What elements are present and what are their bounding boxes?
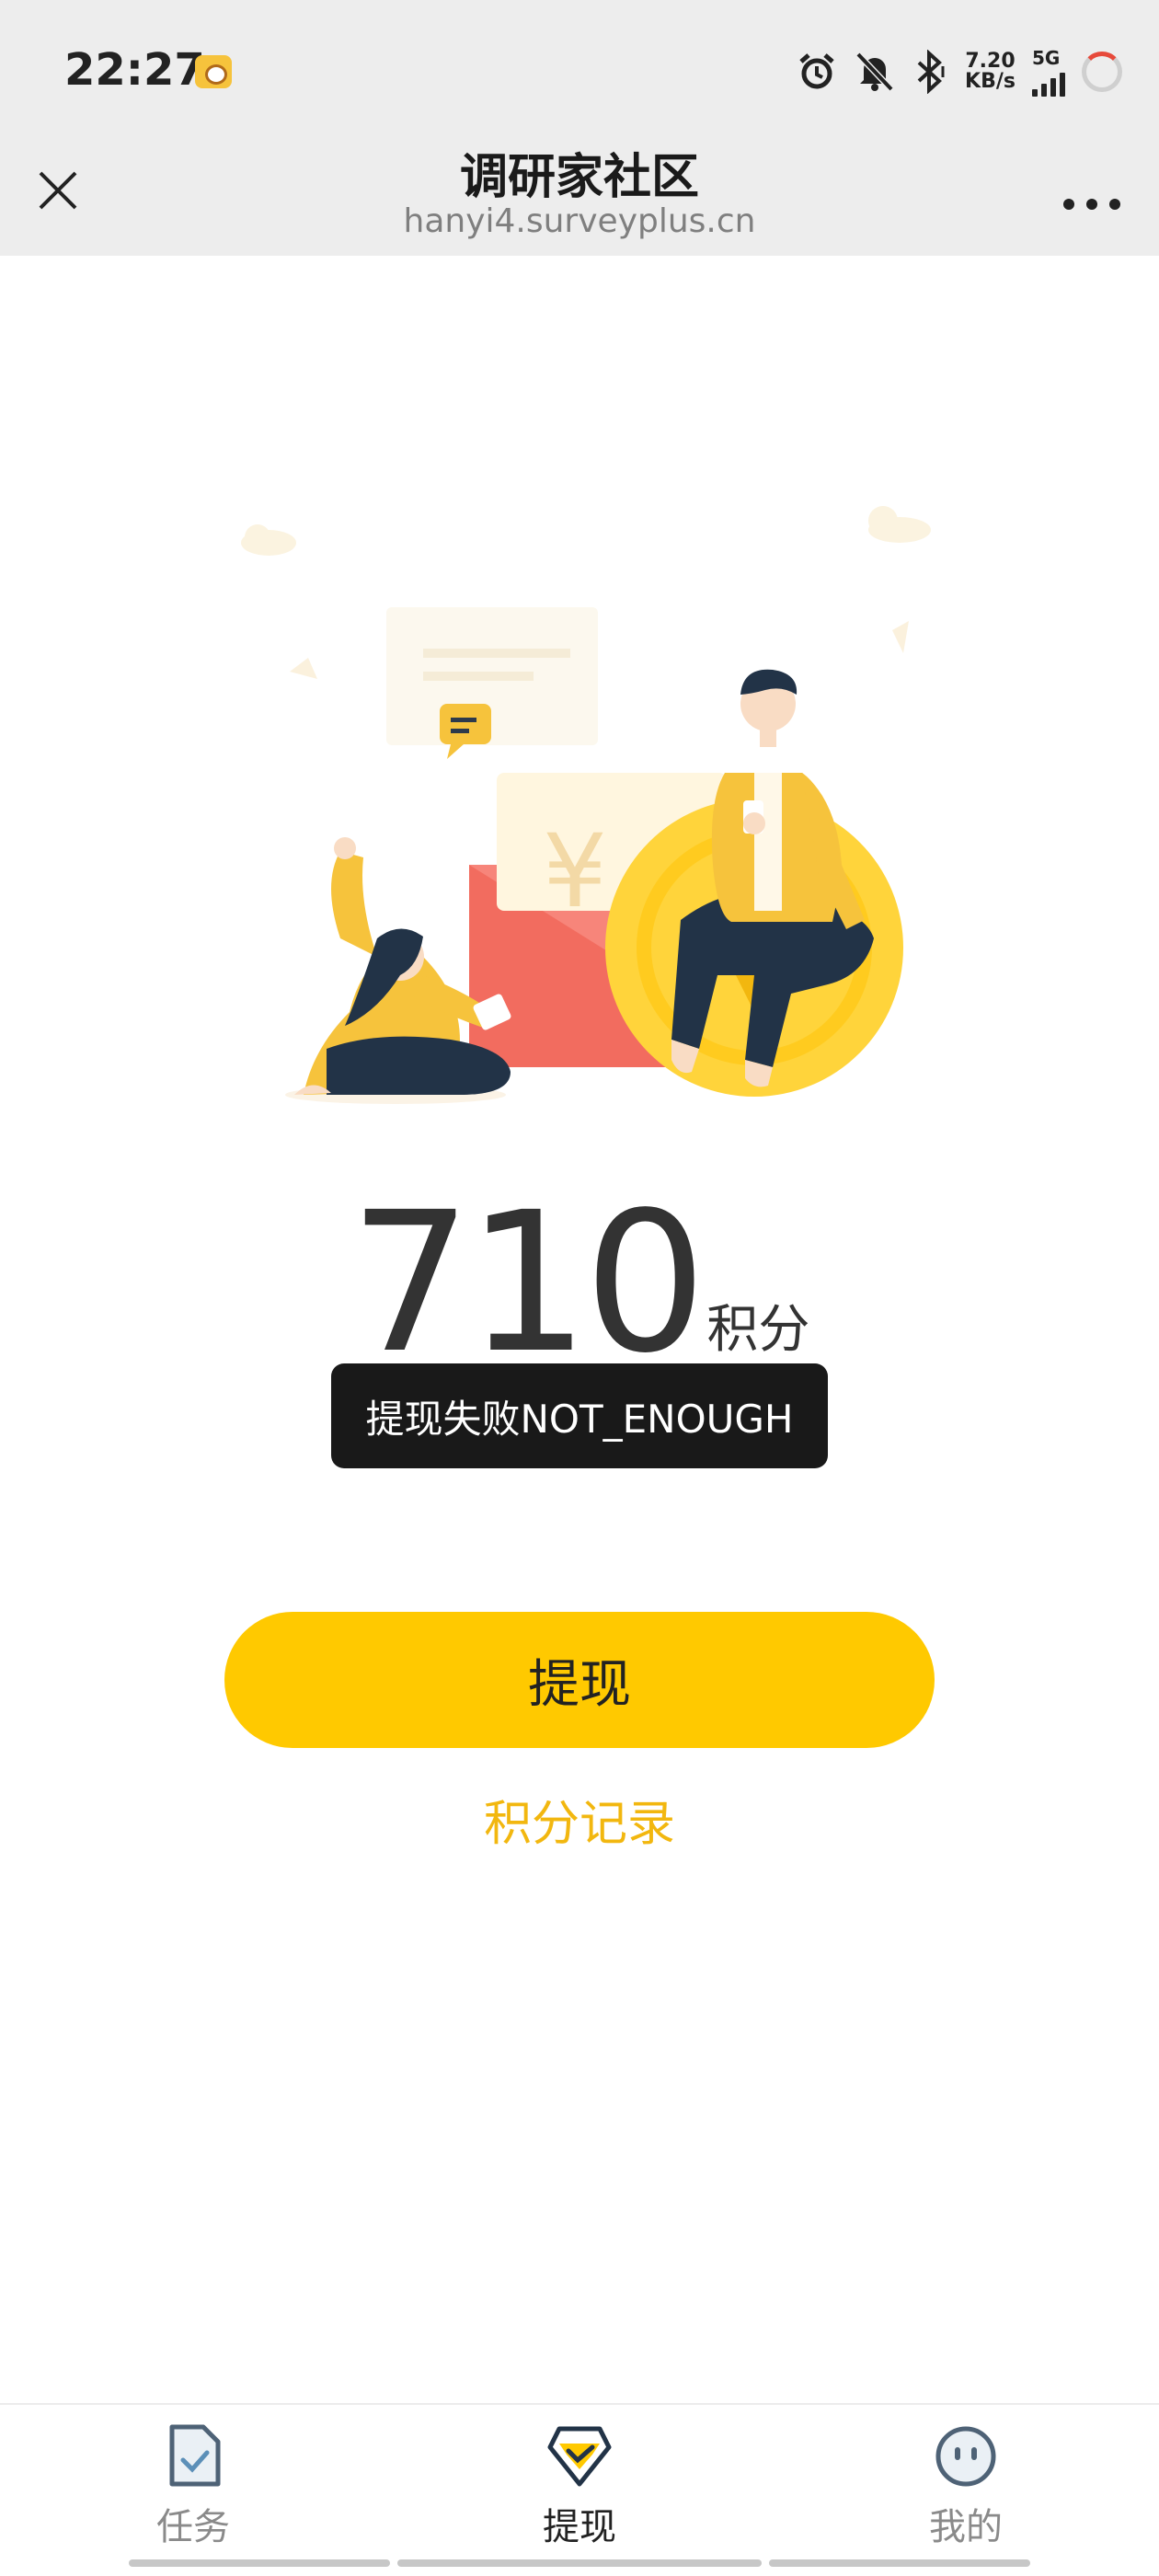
- task-icon: [169, 2424, 221, 2487]
- points-unit: 积分: [706, 1300, 810, 1360]
- browser-header: 调研家社区 hanyi4.surveyplus.cn: [0, 138, 1159, 256]
- status-time: 22:27: [64, 44, 205, 96]
- tab-label: 任务: [156, 2506, 230, 2548]
- tab-tasks[interactable]: 任务: [83, 2423, 304, 2552]
- bluetooth-icon: [917, 50, 945, 94]
- tab-label: 我的: [929, 2506, 1003, 2548]
- tab-indicator-withdraw: [397, 2559, 762, 2567]
- network-type: 5G: [1032, 47, 1061, 69]
- page-title: 调研家社区: [459, 150, 699, 205]
- withdraw-button[interactable]: 提现: [224, 1612, 935, 1748]
- more-options-icon[interactable]: [1050, 160, 1133, 212]
- points-value: 710: [349, 1170, 707, 1396]
- withdraw-illustration: ¥: [241, 506, 931, 1104]
- tab-indicator-profile: [769, 2559, 1030, 2567]
- tab-profile[interactable]: 我的: [855, 2423, 1076, 2552]
- tab-withdraw[interactable]: 提现: [469, 2423, 690, 2552]
- status-bar: 22:27 7.20 KB/s 5G: [0, 0, 1159, 138]
- network-speed: 7.20 KB/s: [965, 50, 1016, 93]
- battery-ring-icon: [1082, 52, 1122, 92]
- error-toast: 提现失败NOT_ENOUGH: [331, 1363, 828, 1468]
- withdraw-icon: [547, 2426, 612, 2487]
- alarm-icon: [799, 53, 834, 89]
- profile-icon: [935, 2426, 996, 2487]
- signal-bars-icon: [1032, 69, 1065, 97]
- points-records-link[interactable]: 积分记录: [0, 1785, 1159, 1854]
- points-display: 710 积分: [0, 1187, 1159, 1380]
- status-icons: 7.20 KB/s 5G: [796, 46, 1122, 98]
- bottom-tab-bar: 任务 提现 我的: [0, 2403, 1159, 2576]
- mute-icon: [855, 52, 894, 92]
- page-url: hanyi4.surveyplus.cn: [403, 202, 756, 240]
- tab-label: 提现: [543, 2506, 616, 2548]
- signal-indicator: 5G: [1032, 47, 1065, 97]
- app-notification-icon: [195, 55, 232, 88]
- tab-indicator-tasks: [129, 2559, 390, 2567]
- page: 22:27 7.20 KB/s 5G 调研家社区 hanyi4.surveypl…: [0, 0, 1159, 2576]
- svg-text:¥: ¥: [543, 812, 607, 930]
